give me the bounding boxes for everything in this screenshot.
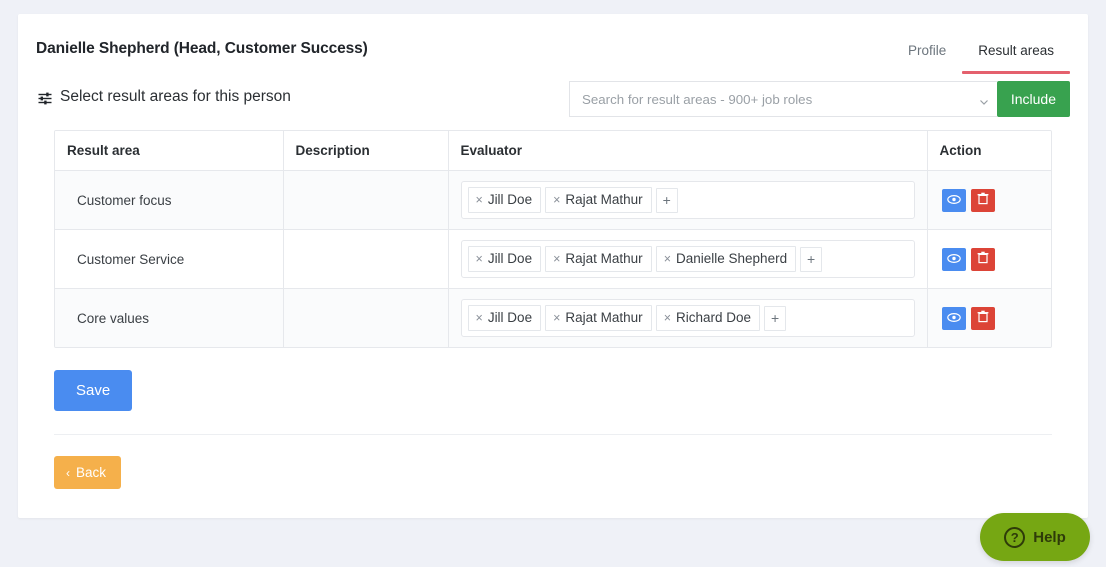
subheader: Select result areas for this person Incl… xyxy=(18,74,1088,130)
cell-result-area: Customer focus xyxy=(55,171,283,230)
column-header-result-area: Result area xyxy=(55,131,283,171)
remove-tag-icon[interactable]: × xyxy=(553,194,560,206)
evaluator-tag-label: Rajat Mathur xyxy=(565,309,642,326)
view-button[interactable] xyxy=(942,248,966,271)
cell-evaluator: × Jill Doe × Rajat Mathur × Danielle She… xyxy=(448,230,927,289)
result-area-name: Core values xyxy=(67,311,149,326)
result-areas-table: Result area Description Evaluator Action… xyxy=(55,131,1051,347)
evaluator-tag[interactable]: × Jill Doe xyxy=(468,187,542,213)
tab-bar: Profile Result areas xyxy=(892,42,1070,74)
evaluator-tag-label: Rajat Mathur xyxy=(565,191,642,208)
tab-result-areas[interactable]: Result areas xyxy=(962,42,1070,74)
sliders-icon xyxy=(38,92,52,105)
cell-evaluator: × Jill Doe × Rajat Mathur × Richard Doe xyxy=(448,289,927,348)
delete-button[interactable] xyxy=(971,248,995,271)
column-header-evaluator: Evaluator xyxy=(448,131,927,171)
trash-icon xyxy=(977,251,989,267)
evaluator-tag-input[interactable]: × Jill Doe × Rajat Mathur × Richard Doe xyxy=(461,299,915,337)
back-button-label: Back xyxy=(76,465,106,480)
evaluator-tag-label: Rajat Mathur xyxy=(565,250,642,267)
select-result-areas-heading: Select result areas for this person xyxy=(38,88,291,106)
cell-action xyxy=(927,171,1051,230)
evaluator-tag[interactable]: × Rajat Mathur xyxy=(545,305,652,331)
table-body: Customer focus × Jill Doe × xyxy=(55,171,1051,348)
remove-tag-icon[interactable]: × xyxy=(664,312,671,324)
back-button[interactable]: ‹ Back xyxy=(54,456,121,489)
evaluator-tag-label: Jill Doe xyxy=(488,309,532,326)
evaluator-tag[interactable]: × Rajat Mathur xyxy=(545,187,652,213)
page-root: Danielle Shepherd (Head, Customer Succes… xyxy=(0,0,1106,567)
view-button[interactable] xyxy=(942,189,966,212)
table-row: Customer focus × Jill Doe × xyxy=(55,171,1051,230)
evaluator-tag[interactable]: × Richard Doe xyxy=(656,305,760,331)
tab-profile[interactable]: Profile xyxy=(892,42,962,74)
select-result-areas-label: Select result areas for this person xyxy=(60,88,291,106)
delete-button[interactable] xyxy=(971,189,995,212)
evaluator-tag-input[interactable]: × Jill Doe × Rajat Mathur × Danielle She… xyxy=(461,240,915,278)
eye-icon xyxy=(947,193,961,208)
chevron-left-icon: ‹ xyxy=(66,467,70,479)
eye-icon xyxy=(947,311,961,326)
remove-tag-icon[interactable]: × xyxy=(664,253,671,265)
evaluator-tag-label: Danielle Shepherd xyxy=(676,250,787,267)
cell-description xyxy=(283,289,448,348)
remove-tag-icon[interactable]: × xyxy=(553,253,560,265)
remove-tag-icon[interactable]: × xyxy=(476,253,483,265)
result-areas-table-container: Result area Description Evaluator Action… xyxy=(54,130,1052,348)
back-row: ‹ Back xyxy=(18,435,1088,489)
column-header-action: Action xyxy=(927,131,1051,171)
evaluator-tag[interactable]: × Jill Doe xyxy=(468,305,542,331)
cell-result-area: Customer Service xyxy=(55,230,283,289)
add-evaluator-button[interactable]: + xyxy=(656,188,678,213)
evaluator-tag-label: Jill Doe xyxy=(488,250,532,267)
evaluator-tag[interactable]: × Danielle Shepherd xyxy=(656,246,796,272)
view-button[interactable] xyxy=(942,307,966,330)
add-evaluator-button[interactable]: + xyxy=(764,306,786,331)
save-button[interactable]: Save xyxy=(54,370,132,411)
table-row: Customer Service × Jill Doe × xyxy=(55,230,1051,289)
help-widget-label: Help xyxy=(1033,529,1066,546)
result-area-name: Customer focus xyxy=(67,193,172,208)
table-header-row: Result area Description Evaluator Action xyxy=(55,131,1051,171)
cell-description xyxy=(283,230,448,289)
result-area-name: Customer Service xyxy=(67,252,184,267)
evaluator-tag-label: Richard Doe xyxy=(676,309,751,326)
help-widget[interactable]: ? Help xyxy=(980,513,1090,561)
delete-button[interactable] xyxy=(971,307,995,330)
table-row: Core values × Jill Doe × xyxy=(55,289,1051,348)
cell-evaluator: × Jill Doe × Rajat Mathur + xyxy=(448,171,927,230)
search-input[interactable] xyxy=(580,91,971,108)
eye-icon xyxy=(947,252,961,267)
remove-tag-icon[interactable]: × xyxy=(553,312,560,324)
remove-tag-icon[interactable]: × xyxy=(476,312,483,324)
column-header-description: Description xyxy=(283,131,448,171)
row-actions xyxy=(940,307,1040,330)
page-title: Danielle Shepherd (Head, Customer Succes… xyxy=(36,40,368,58)
remove-tag-icon[interactable]: × xyxy=(476,194,483,206)
row-actions xyxy=(940,248,1040,271)
row-actions xyxy=(940,189,1040,212)
include-button[interactable]: Include xyxy=(997,81,1070,117)
add-evaluator-button[interactable]: + xyxy=(800,247,822,272)
trash-icon xyxy=(977,192,989,208)
cell-description xyxy=(283,171,448,230)
cell-action xyxy=(927,230,1051,289)
save-row: Save xyxy=(18,348,1088,411)
trash-icon xyxy=(977,310,989,326)
question-circle-icon: ? xyxy=(1004,527,1025,548)
evaluator-tag[interactable]: × Jill Doe xyxy=(468,246,542,272)
search-box[interactable] xyxy=(569,81,997,117)
card-header: Danielle Shepherd (Head, Customer Succes… xyxy=(18,14,1088,74)
main-card: Danielle Shepherd (Head, Customer Succes… xyxy=(18,14,1088,518)
chevron-down-icon[interactable] xyxy=(979,94,989,104)
cell-result-area: Core values xyxy=(55,289,283,348)
table-head: Result area Description Evaluator Action xyxy=(55,131,1051,171)
evaluator-tag-input[interactable]: × Jill Doe × Rajat Mathur + xyxy=(461,181,915,219)
evaluator-tag-label: Jill Doe xyxy=(488,191,532,208)
cell-action xyxy=(927,289,1051,348)
evaluator-tag[interactable]: × Rajat Mathur xyxy=(545,246,652,272)
search-group: Include xyxy=(569,81,1070,117)
